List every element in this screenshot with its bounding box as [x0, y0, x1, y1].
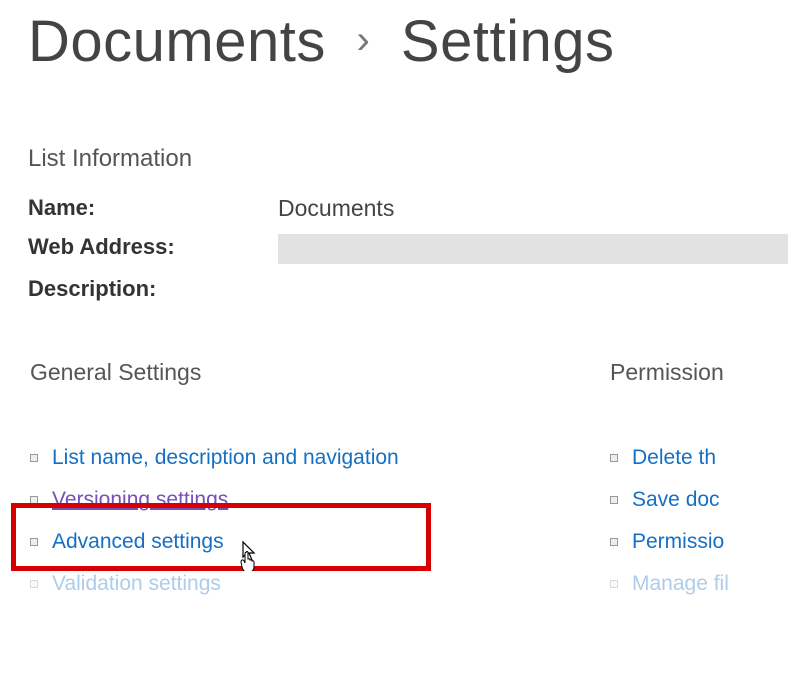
info-row-name: Name: Documents — [28, 195, 800, 222]
link-save-doc[interactable]: Save doc — [632, 488, 720, 512]
web-address-value-redacted — [278, 234, 788, 264]
page-title: Documents › Settings — [0, 0, 800, 75]
settings-columns: General Settings List name, description … — [0, 314, 800, 614]
link-validation-settings[interactable]: Validation settings — [52, 572, 221, 596]
list-item: Save doc — [610, 488, 729, 512]
list-information-table: Name: Documents Web Address: Description… — [0, 195, 800, 302]
list-item: Versioning settings — [30, 488, 610, 512]
list-information-heading: List Information — [0, 75, 800, 195]
list-item: Delete th — [610, 446, 729, 470]
link-list-name-description-navigation[interactable]: List name, description and navigation — [52, 446, 399, 470]
info-row-description: Description: — [28, 276, 800, 302]
list-item: Permissio — [610, 530, 729, 554]
breadcrumb-part-documents[interactable]: Documents — [28, 9, 326, 74]
name-value: Documents — [278, 195, 394, 222]
list-item: List name, description and navigation — [30, 446, 610, 470]
list-item: Advanced settings — [30, 530, 610, 554]
link-manage[interactable]: Manage fil — [632, 572, 729, 596]
link-versioning-settings[interactable]: Versioning settings — [52, 488, 228, 512]
link-delete[interactable]: Delete th — [632, 446, 716, 470]
bullet-icon — [610, 454, 618, 462]
bullet-icon — [30, 454, 38, 462]
bullet-icon — [610, 580, 618, 588]
general-settings-heading: General Settings — [30, 359, 610, 386]
description-label: Description: — [28, 276, 278, 302]
breadcrumb-separator-icon: › — [356, 18, 370, 63]
general-settings-link-list: List name, description and navigation Ve… — [30, 446, 610, 596]
name-label: Name: — [28, 195, 278, 221]
bullet-icon — [30, 496, 38, 504]
permissions-heading: Permission — [610, 359, 729, 386]
web-address-label: Web Address: — [28, 234, 278, 260]
link-advanced-settings[interactable]: Advanced settings — [52, 530, 224, 554]
bullet-icon — [610, 538, 618, 546]
permissions-column: Permission Delete th Save doc Permissio … — [610, 359, 729, 614]
bullet-icon — [30, 538, 38, 546]
bullet-icon — [610, 496, 618, 504]
bullet-icon — [30, 580, 38, 588]
info-row-web-address: Web Address: — [28, 234, 800, 264]
link-permission[interactable]: Permissio — [632, 530, 724, 554]
general-settings-column: General Settings List name, description … — [30, 359, 610, 614]
list-item: Manage fil — [610, 572, 729, 596]
list-item: Validation settings — [30, 572, 610, 596]
breadcrumb-part-settings: Settings — [401, 9, 615, 74]
permissions-link-list: Delete th Save doc Permissio Manage fil — [610, 446, 729, 596]
